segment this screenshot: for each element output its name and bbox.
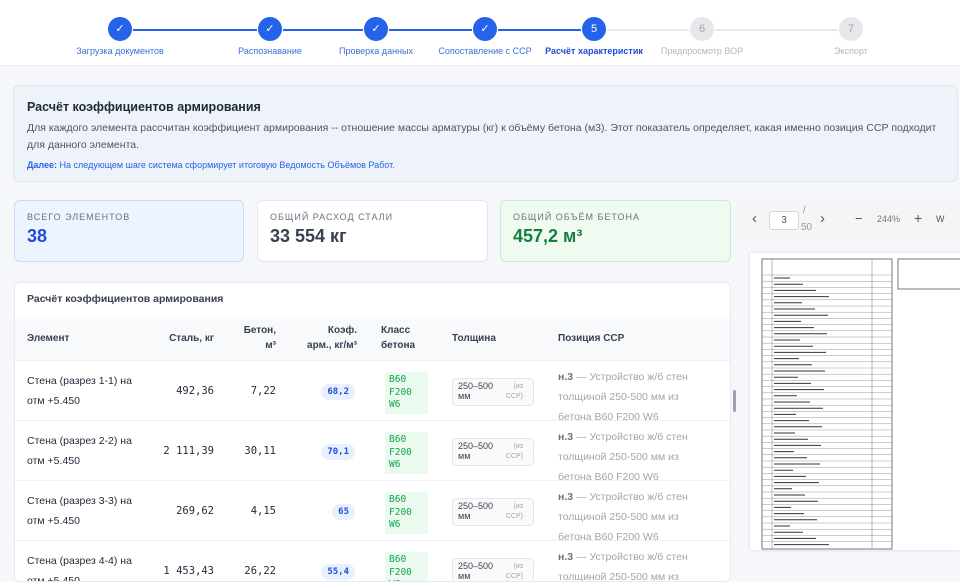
stat-total-steel: ОБЩИЙ РАСХОД СТАЛИ 33 554 кг	[257, 200, 488, 262]
page-separator: /	[803, 205, 806, 216]
page-total: 50	[801, 222, 813, 233]
concrete-class-badge: B60 F200 W6	[385, 372, 428, 414]
cell-steel: 492,36	[176, 385, 214, 397]
concrete-class-badge: B60 F200 W6	[385, 432, 428, 474]
scrollbar[interactable]	[733, 390, 736, 412]
table-row[interactable]: Стена (разрез 2-2) на отм +5.450 2 111,3…	[15, 421, 730, 483]
th-class: Класс бетона	[381, 325, 416, 351]
thickness-field: 250–500 мм (из ССР)	[452, 558, 534, 581]
table-row[interactable]: Стена (разрез 1-1) на отм +5.450 492,36 …	[15, 361, 730, 423]
step-number: 5	[582, 17, 606, 41]
cell-position: н.3 — Устройство ж/б стен толщиной 250-5…	[558, 371, 688, 423]
cell-steel: 269,62	[176, 505, 214, 517]
step-label: Экспорт	[834, 46, 868, 56]
cell-concrete: 30,11	[244, 445, 276, 457]
table-row[interactable]: Стена (разрез 3-3) на отм +5.450 269,62 …	[15, 481, 730, 543]
zoom-level: 244%	[877, 214, 901, 224]
th-coef: Коэф. арм., кг/м³	[307, 325, 357, 351]
th-thickness: Толщина	[452, 333, 496, 344]
step-connector	[498, 29, 581, 31]
thickness-field: 250–500 мм (из ССР)	[452, 498, 534, 526]
step-label: Предпросмотр ВОР	[660, 46, 744, 56]
table-row[interactable]: Стена (разрез 4-4) на отм +5.450 1 453,4…	[15, 541, 730, 582]
cell-element: Стена (разрез 3-3) на отм +5.450	[27, 495, 132, 527]
pdf-toolbar: ‹ 3 / 50 › − 244% + W	[737, 200, 960, 240]
info-text: Для каждого элемента рассчитан коэффицие…	[27, 122, 937, 151]
coef-badge: 55,4	[321, 564, 355, 580]
cell-position: н.3 — Устройство ж/б стен толщиной 250-5…	[558, 551, 688, 582]
page-input[interactable]: 3	[769, 211, 799, 230]
step-connector	[283, 29, 363, 31]
step-1[interactable]: ✓ Загрузка документов	[55, 17, 185, 56]
info-next: Далее: На следующем шаге система сформир…	[27, 160, 395, 170]
coef-badge: 70,1	[321, 444, 355, 460]
check-icon: ✓	[473, 17, 497, 41]
cell-element: Стена (разрез 1-1) на отм +5.450	[27, 375, 132, 407]
info-panel: Расчёт коэффициентов армирования Для каж…	[13, 85, 958, 182]
th-concrete: Бетон, м³	[243, 325, 276, 351]
step-connector	[715, 29, 838, 31]
step-number: 7	[839, 17, 863, 41]
next-page-button[interactable]: ›	[820, 210, 825, 227]
step-number: 6	[690, 17, 714, 41]
step-connector	[607, 29, 689, 31]
reinforcement-table: Расчёт коэффициентов армирования Элемент…	[14, 282, 731, 582]
cell-concrete: 7,22	[250, 385, 276, 397]
concrete-class-badge: B60 F200 W6	[385, 552, 428, 581]
th-position: Позиция ССР	[558, 333, 625, 344]
cell-position: н.3 — Устройство ж/б стен толщиной 250-5…	[558, 491, 688, 543]
document-preview	[750, 253, 960, 550]
step-7[interactable]: 7 Экспорт	[786, 17, 916, 56]
th-steel: Сталь, кг	[169, 333, 214, 344]
th-element: Элемент	[27, 333, 70, 344]
check-icon: ✓	[364, 17, 388, 41]
cell-steel: 1 453,43	[163, 565, 214, 577]
step-connector	[133, 29, 257, 31]
step-connector	[389, 29, 472, 31]
concrete-class-badge: B60 F200 W6	[385, 492, 428, 534]
cell-concrete: 26,22	[244, 565, 276, 577]
cell-position: н.3 — Устройство ж/б стен толщиной 250-5…	[558, 431, 688, 483]
step-label: Загрузка документов	[76, 46, 164, 56]
table-header: Элемент Сталь, кг Бетон, м³ Коэф. арм., кг…	[15, 317, 730, 361]
check-icon: ✓	[258, 17, 282, 41]
info-title: Расчёт коэффициентов армирования	[27, 100, 261, 114]
cell-element: Стена (разрез 2-2) на отм +5.450	[27, 435, 132, 467]
check-icon: ✓	[108, 17, 132, 41]
stat-total-concrete: ОБЩИЙ ОБЪЁМ БЕТОНА 457,2 м³	[500, 200, 731, 262]
coef-badge: 65	[332, 504, 355, 520]
cell-steel: 2 111,39	[163, 445, 214, 457]
zoom-in-button[interactable]: +	[914, 210, 922, 226]
cell-element: Стена (разрез 4-4) на отм +5.450	[27, 555, 132, 582]
prev-page-button[interactable]: ‹	[752, 210, 757, 227]
stepper: ✓ Загрузка документов ✓ Распознавание ✓ Прове…	[0, 0, 960, 66]
thickness-field: 250–500 мм (из ССР)	[452, 378, 534, 406]
cell-concrete: 4,15	[250, 505, 276, 517]
zoom-out-button[interactable]: −	[855, 211, 863, 226]
stat-total-elements: ВСЕГО ЭЛЕМЕНТОВ 38	[14, 200, 244, 262]
step-6[interactable]: 6 Предпросмотр ВОР	[637, 17, 767, 56]
fit-width-button[interactable]: W	[936, 214, 945, 224]
thickness-field: 250–500 мм (из ССР)	[452, 438, 534, 466]
table-title: Расчёт коэффициентов армирования	[27, 293, 224, 305]
coef-badge: 68,2	[321, 384, 355, 400]
document-page-image	[761, 258, 960, 550]
